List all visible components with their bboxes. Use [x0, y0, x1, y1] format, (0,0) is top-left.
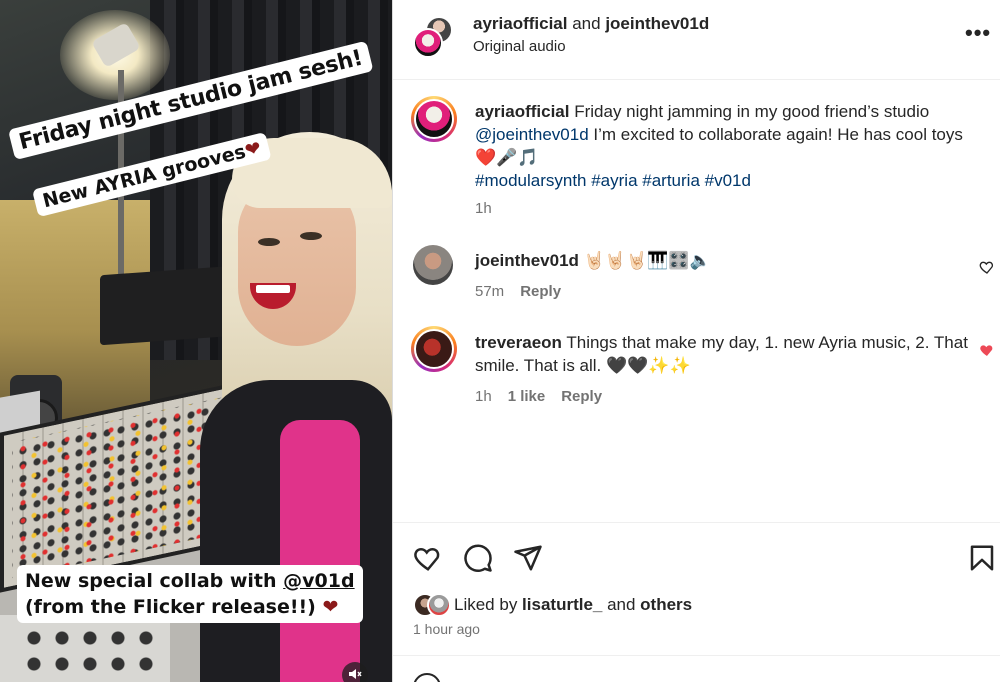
sticker-text: New special collab with: [25, 570, 284, 592]
divider: [393, 655, 1000, 656]
comment-time: 1h: [475, 388, 492, 405]
person-shirt: [280, 420, 360, 682]
author-username[interactable]: ayriaofficial: [473, 14, 568, 33]
heart-outline-icon[interactable]: [979, 259, 995, 275]
speaker-muted-icon[interactable]: [342, 662, 368, 682]
avatar[interactable]: [411, 326, 457, 372]
heart-icon: ❤: [322, 596, 339, 618]
avatar[interactable]: [413, 245, 453, 285]
sticker-text: (from the Flicker release!!): [25, 596, 323, 618]
post-authors: ayriaofficial and joeinthev01d: [473, 14, 709, 34]
heart-icon: ❤: [242, 136, 264, 162]
share-paper-plane-icon[interactable]: [513, 543, 543, 573]
post-timestamp: 1 hour ago: [413, 621, 480, 637]
controller-keyboard: [0, 615, 170, 682]
liked-by-label: Liked by: [454, 595, 523, 614]
collab-avatars[interactable]: [413, 16, 455, 58]
audio-label[interactable]: Original audio: [473, 38, 566, 55]
more-options-icon[interactable]: •••: [965, 20, 991, 46]
caption-text: ayriaofficial Friday night jamming in my…: [475, 100, 975, 192]
caption-hashtags[interactable]: #modularsynth #ayria #arturia #v01d: [475, 171, 751, 190]
post-detail-panel: ayriaofficial and joeinthev01d Original …: [392, 0, 1000, 682]
author-username[interactable]: joeinthev01d: [605, 14, 709, 33]
post-actions: Liked by lisaturtle_ and others 1 hour a…: [393, 522, 1000, 682]
post-media[interactable]: Friday night studio jam sesh! New AYRIA …: [0, 0, 392, 682]
comment-text: joeinthev01d 🤘🏻🤘🏻🤘🏻🎹🎛️🔈: [475, 249, 975, 272]
caption-body: Friday night jamming in my good friend’s…: [569, 102, 930, 121]
comment-likes-button[interactable]: 1 like: [508, 388, 546, 405]
caption-meta: 1h: [475, 200, 508, 217]
comment-meta: 1h 1 like Reply: [475, 388, 618, 405]
person-eye-right: [300, 232, 322, 240]
comment-text: treveraeon Things that make my day, 1. n…: [475, 331, 975, 377]
comment-username[interactable]: treveraeon: [475, 333, 562, 352]
avatar: [427, 593, 451, 617]
story-sticker-collab: New special collab with @v01d (from the …: [17, 565, 363, 623]
comment-meta: 57m Reply: [475, 283, 577, 300]
heart-filled-icon[interactable]: [979, 342, 995, 358]
caption-username[interactable]: ayriaofficial: [475, 102, 570, 121]
liked-by-joiner: and: [602, 595, 641, 614]
sticker-mention[interactable]: @v01d: [283, 570, 354, 592]
liked-by-username[interactable]: lisaturtle_: [522, 595, 602, 614]
author-joiner: and: [567, 14, 606, 33]
comment-username[interactable]: joeinthev01d: [475, 251, 579, 270]
reply-button[interactable]: Reply: [520, 283, 561, 300]
emoji-icon[interactable]: [413, 673, 441, 682]
person-eye-left: [258, 238, 280, 246]
comment-time: 57m: [475, 283, 505, 300]
caption-mention[interactable]: @joeinthev01d: [475, 125, 589, 144]
save-bookmark-icon[interactable]: [967, 543, 997, 573]
like-heart-icon[interactable]: [413, 543, 443, 573]
avatar[interactable]: [413, 28, 443, 58]
comment-bubble-icon[interactable]: [463, 543, 493, 573]
avatar[interactable]: [411, 96, 457, 142]
post-header: ayriaofficial and joeinthev01d Original …: [393, 0, 1000, 80]
liked-by-others[interactable]: others: [640, 595, 692, 614]
liked-by-text: Liked by lisaturtle_ and others: [454, 595, 692, 615]
reply-button[interactable]: Reply: [561, 388, 602, 405]
caption-time: 1h: [475, 200, 492, 217]
comment-body: 🤘🏻🤘🏻🤘🏻🎹🎛️🔈: [578, 251, 711, 270]
